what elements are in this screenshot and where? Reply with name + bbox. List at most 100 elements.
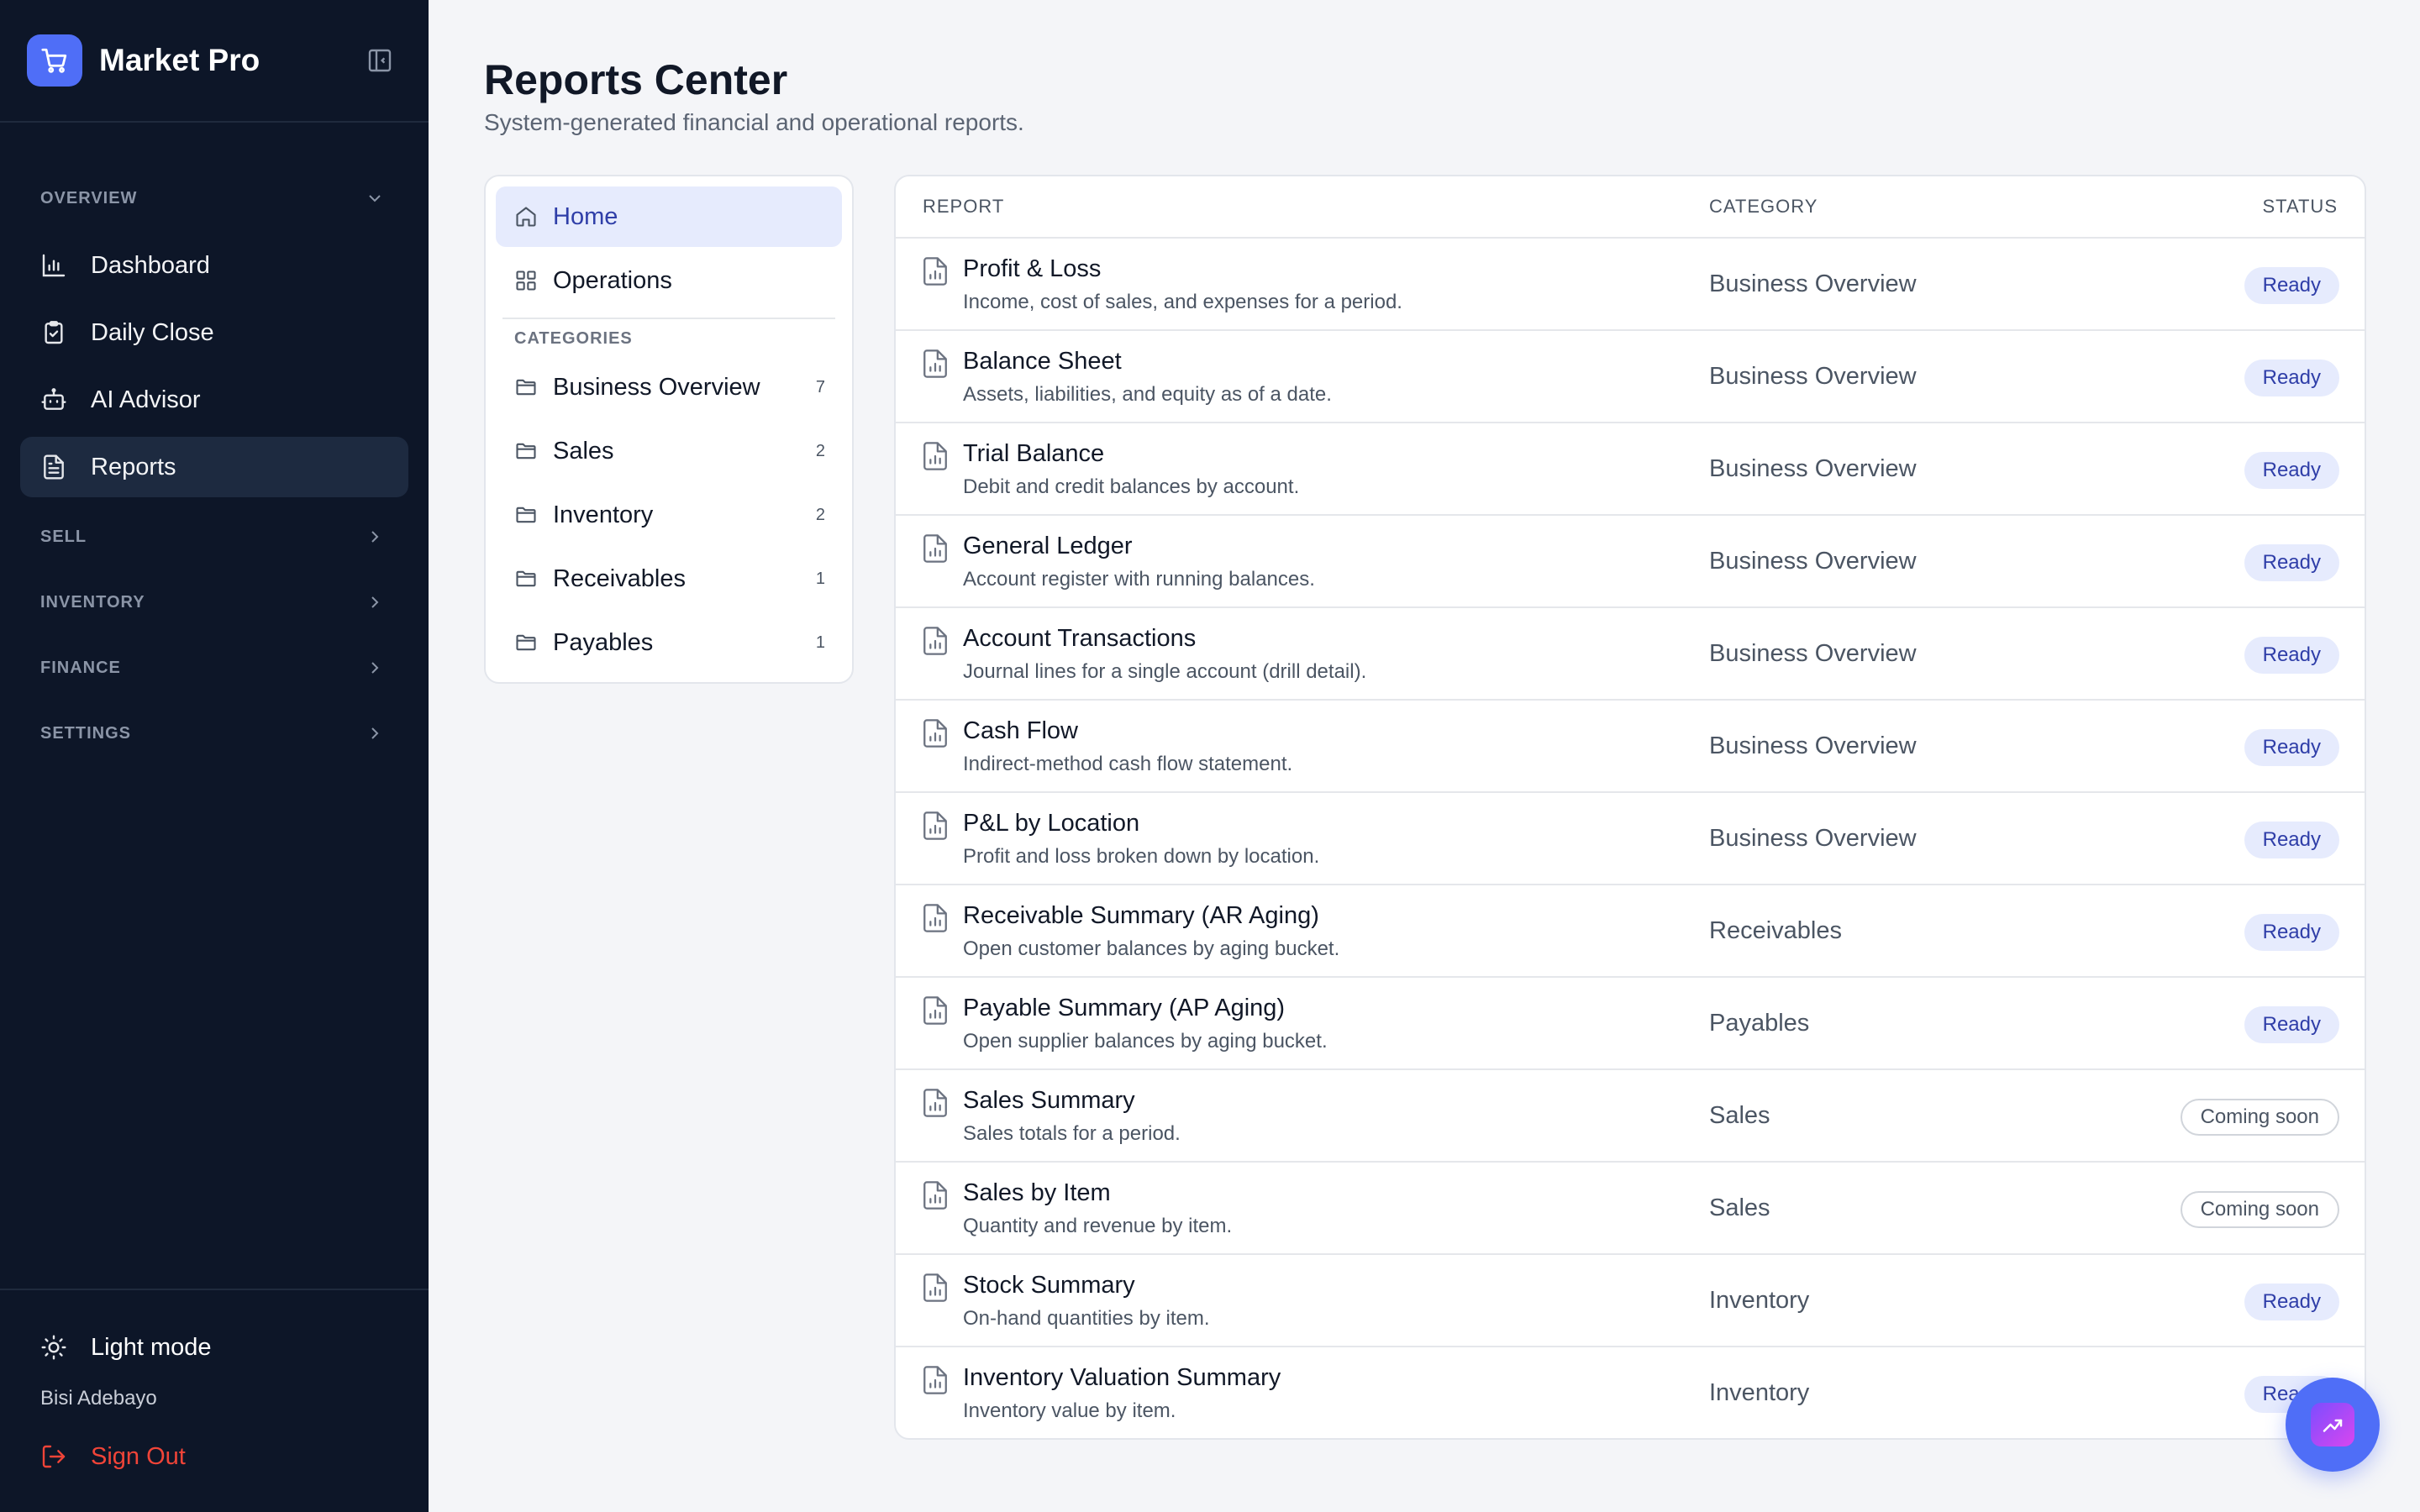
chevron-right-icon [371, 727, 379, 739]
section-finance[interactable]: FINANCE [0, 635, 429, 701]
sidebar-collapse-icon[interactable] [366, 47, 393, 74]
table-row[interactable]: Cash Flow Indirect-method cash flow state… [896, 701, 2365, 793]
report-description: Income, cost of sales, and expenses for … [963, 291, 1402, 313]
sidebar-footer: Light mode Bisi Adebayo Sign Out [0, 1289, 429, 1512]
chevron-right-icon [371, 596, 379, 608]
report-title: Sales by Item [963, 1179, 1111, 1206]
report-title: Profit & Loss [963, 255, 1102, 282]
table-row[interactable]: Account Transactions Journal lines for a … [896, 608, 2365, 701]
table-body: Profit & Loss Income, cost of sales, and … [896, 239, 2365, 1438]
report-title: General Ledger [963, 533, 1133, 559]
sidebar-item-dashboard[interactable]: Dashboard [20, 235, 408, 296]
status-badge: Ready [2244, 267, 2339, 304]
cat-count: 1 [815, 569, 825, 588]
sign-out-label: Sign Out [91, 1442, 186, 1470]
sidebar: Market Pro OVERVIEW Dashboard Daily Clos… [0, 0, 429, 1512]
section-sell[interactable]: SELL [0, 504, 429, 570]
cat-label: Sales [553, 437, 614, 465]
cat-label: Payables [553, 628, 654, 656]
status-badge: Ready [2244, 822, 2339, 858]
category-item[interactable]: Payables 1 [496, 612, 842, 673]
section-inventory[interactable]: INVENTORY [0, 570, 429, 635]
ai-assistant-fab[interactable] [2286, 1378, 2380, 1472]
report-description: Journal lines for a single account (dril… [963, 660, 1367, 683]
bar-chart-icon [42, 254, 66, 277]
category-item[interactable]: Inventory 2 [496, 485, 842, 545]
report-category: Business Overview [1709, 270, 1917, 297]
status-badge: Ready [2244, 1284, 2339, 1320]
theme-toggle[interactable]: Light mode [0, 1317, 429, 1378]
table-row[interactable]: Sales by Item Quantity and revenue by ite… [896, 1163, 2365, 1255]
brand-header: Market Pro [0, 0, 429, 123]
column-header-category: CATEGORY [1709, 196, 1818, 217]
report-file-icon [923, 442, 947, 470]
cat-home[interactable]: Home [496, 186, 842, 247]
sidebar-item-label: Reports [91, 453, 176, 480]
sidebar-item-ai-advisor[interactable]: AI Advisor [20, 370, 408, 430]
report-file-icon [923, 904, 947, 932]
report-category: Business Overview [1709, 548, 1917, 575]
report-description: Quantity and revenue by item. [963, 1215, 1233, 1237]
report-file-icon [923, 1366, 947, 1394]
report-file-icon [923, 719, 947, 748]
table-row[interactable]: Balance Sheet Assets, liabilities, and eq… [896, 331, 2365, 423]
report-category: Business Overview [1709, 825, 1917, 852]
cat-count: 2 [815, 505, 825, 524]
table-row[interactable]: Payable Summary (AP Aging) Open supplier … [896, 978, 2365, 1070]
sign-out-button[interactable]: Sign Out [0, 1426, 429, 1487]
sidebar-nav: OVERVIEW Dashboard Daily Close AI Adviso… [0, 123, 429, 766]
grid-icon [516, 270, 536, 291]
report-title: Trial Balance [963, 440, 1105, 467]
report-category: Payables [1709, 1010, 1810, 1037]
sidebar-item-daily-close[interactable]: Daily Close [20, 302, 408, 363]
divider [502, 318, 835, 319]
cat-label: Home [553, 202, 618, 230]
status-badge: Ready [2244, 544, 2339, 581]
table-row[interactable]: General Ledger Account register with runn… [896, 516, 2365, 608]
brand-name: Market Pro [99, 43, 260, 77]
categories-heading: CATEGORIES [514, 329, 633, 348]
table-row[interactable]: Trial Balance Debit and credit balances b… [896, 423, 2365, 516]
column-header-report: REPORT [923, 196, 1005, 217]
report-description: Sales totals for a period. [963, 1122, 1181, 1145]
table-row[interactable]: Receivable Summary (AR Aging) Open custom… [896, 885, 2365, 978]
cat-count: 2 [815, 441, 825, 460]
cat-count: 7 [815, 377, 825, 396]
status-badge: Coming soon [2180, 1191, 2339, 1228]
page-subtitle: System-generated financial and operation… [484, 109, 1024, 135]
cat-label: Inventory [553, 501, 654, 528]
category-list: Business Overview 7 Sales 2 Inventory 2 Receiv… [496, 357, 842, 673]
report-category: Business Overview [1709, 640, 1917, 667]
report-title: P&L by Location [963, 810, 1140, 837]
report-file-icon [923, 1089, 947, 1117]
table-row[interactable]: Profit & Loss Income, cost of sales, and … [896, 239, 2365, 331]
section-label: FINANCE [40, 658, 121, 677]
table-row[interactable]: Stock Summary On-hand quantities by item.… [896, 1255, 2365, 1347]
report-category: Sales [1709, 1194, 1770, 1221]
sidebar-item-reports[interactable]: Reports [20, 437, 408, 497]
status-badge: Ready [2244, 637, 2339, 674]
category-item[interactable]: Sales 2 [496, 421, 842, 481]
section-overview[interactable]: OVERVIEW [0, 173, 429, 223]
report-file-icon [923, 257, 947, 286]
report-title: Sales Summary [963, 1087, 1135, 1114]
status-badge: Coming soon [2180, 1099, 2339, 1136]
sidebar-item-label: Dashboard [91, 251, 210, 279]
section-settings[interactable]: SETTINGS [0, 701, 429, 766]
theme-toggle-label: Light mode [91, 1333, 212, 1361]
report-category: Receivables [1709, 917, 1842, 944]
status-badge: Ready [2244, 729, 2339, 766]
folder-icon [516, 443, 536, 459]
category-item[interactable]: Receivables 1 [496, 549, 842, 609]
report-category: Business Overview [1709, 732, 1917, 759]
cat-operations[interactable]: Operations [496, 250, 842, 311]
report-file-icon [923, 996, 947, 1025]
category-item[interactable]: Business Overview 7 [496, 357, 842, 417]
table-row[interactable]: Sales Summary Sales totals for a period. S… [896, 1070, 2365, 1163]
table-row[interactable]: Inventory Valuation Summary Inventory val… [896, 1347, 2365, 1438]
page-title: Reports Center [484, 56, 788, 103]
table-row[interactable]: P&L by Location Profit and loss broken do… [896, 793, 2365, 885]
report-category: Business Overview [1709, 455, 1917, 482]
section-label: OVERVIEW [40, 188, 138, 207]
logout-icon [42, 1445, 66, 1468]
